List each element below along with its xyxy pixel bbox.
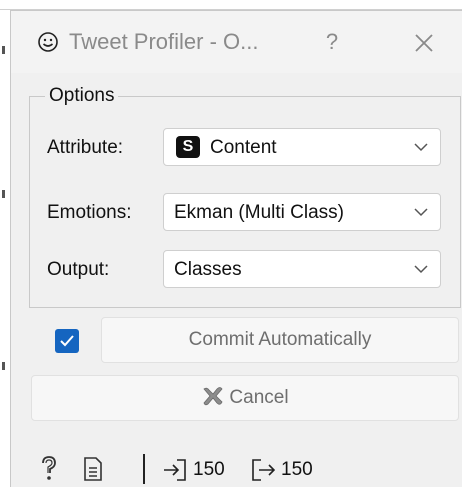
commit-automatically-checkbox[interactable] [55, 329, 79, 353]
attribute-value: Content [210, 137, 277, 158]
emotions-label: Emotions: [47, 202, 132, 223]
background-window-edge [0, 0, 462, 10]
options-group-title: Options [45, 85, 119, 107]
cancel-x-icon [203, 387, 223, 406]
cancel-button[interactable]: Cancel [31, 375, 459, 421]
chevron-down-icon [414, 265, 428, 274]
emotions-value: Ekman (Multi Class) [174, 202, 344, 223]
chevron-down-icon [414, 208, 428, 217]
report-icon[interactable] [83, 457, 103, 481]
background-window-left-edge [0, 10, 10, 487]
output-value: Classes [174, 259, 242, 280]
output-label: Output: [47, 259, 110, 280]
attribute-combo[interactable]: S Content [163, 128, 441, 166]
input-arrow-icon [164, 459, 186, 481]
output-combo[interactable]: Classes [163, 250, 441, 288]
string-type-badge: S [176, 136, 200, 158]
help-button[interactable]: ? [317, 25, 347, 59]
chevron-down-icon [414, 143, 428, 152]
title-bar[interactable]: Tweet Profiler - O... ? [11, 11, 462, 73]
output-count: 150 [281, 459, 313, 480]
input-count: 150 [193, 459, 225, 480]
commit-button[interactable]: Commit Automatically [101, 317, 459, 363]
output-arrow-icon [252, 459, 275, 481]
smiley-icon [38, 32, 58, 52]
help-icon[interactable] [39, 455, 59, 483]
attribute-label: Attribute: [47, 137, 124, 158]
emotions-combo[interactable]: Ekman (Multi Class) [163, 193, 441, 231]
window-title: Tweet Profiler - O... [69, 29, 259, 54]
checkmark-icon [60, 335, 74, 347]
tweet-profiler-dialog: Tweet Profiler - O... ? Options Attribut… [10, 10, 462, 487]
status-separator [143, 454, 145, 484]
cancel-label: Cancel [229, 387, 289, 408]
close-icon[interactable] [409, 28, 439, 58]
